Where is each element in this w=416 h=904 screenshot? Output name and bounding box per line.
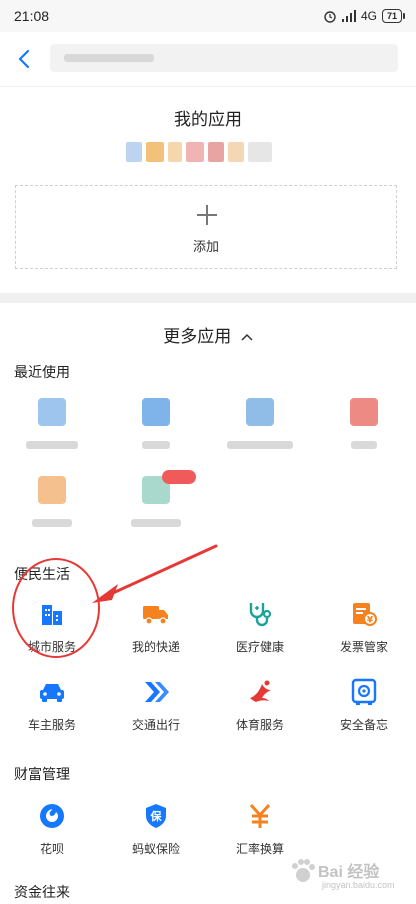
sports-runner-icon xyxy=(246,678,274,706)
svg-text:¥: ¥ xyxy=(367,616,374,626)
blurred-text xyxy=(64,54,154,62)
add-app-box[interactable]: 添加 xyxy=(15,185,397,269)
blurred-app-icon xyxy=(142,398,170,426)
blurred-app-strip xyxy=(126,142,288,162)
recent-app-2[interactable] xyxy=(104,398,208,462)
app-label: 体育服务 xyxy=(235,718,284,732)
stethoscope-icon xyxy=(246,600,274,628)
blurred-label xyxy=(227,441,293,449)
chevron-up-icon xyxy=(241,333,253,341)
app-ant-insurance[interactable]: 保 蚂蚁保险 xyxy=(104,802,208,866)
app-label: 花呗 xyxy=(39,842,64,856)
blurred-label xyxy=(131,519,181,527)
battery-icon: 71 xyxy=(381,9,406,23)
svg-text:保: 保 xyxy=(150,809,163,823)
app-sports[interactable]: 体育服务 xyxy=(208,678,312,742)
add-label: 添加 xyxy=(192,240,219,255)
car-icon xyxy=(38,678,66,706)
blurred-app-icon xyxy=(38,398,66,426)
app-security-memo[interactable]: 安全备忘 xyxy=(312,678,416,742)
delivery-truck-icon xyxy=(142,600,170,628)
app-label: 蚂蚁保险 xyxy=(131,842,180,856)
nav-bar xyxy=(0,32,416,87)
blurred-app-icon xyxy=(350,398,378,426)
my-apps-title: 我的应用 xyxy=(174,110,242,130)
double-chevron-icon xyxy=(142,678,170,706)
app-label: 交通出行 xyxy=(131,718,180,732)
app-label: 车主服务 xyxy=(27,718,76,732)
huabei-icon xyxy=(38,802,66,830)
recent-app-3[interactable] xyxy=(208,398,312,462)
status-icons: 4G 71 xyxy=(323,9,406,23)
yen-icon xyxy=(246,802,274,830)
watermark-url: jingyan.baidu.com xyxy=(322,880,395,890)
blurred-badge xyxy=(162,470,196,484)
status-bar: 21:08 4G 71 xyxy=(0,0,416,32)
blurred-label xyxy=(351,441,377,449)
app-my-express[interactable]: 我的快递 xyxy=(104,600,208,664)
blurred-label xyxy=(26,441,78,449)
network-type: 4G xyxy=(360,9,377,23)
app-label: 安全备忘 xyxy=(339,718,388,732)
more-apps-label: 更多应用 xyxy=(163,327,232,347)
watermark-brand: Bai 经验 xyxy=(318,864,380,881)
blurred-label xyxy=(142,441,170,449)
baidu-watermark: Bai 经验 jingyan.baidu.com xyxy=(288,852,406,894)
invoice-icon: ¥ xyxy=(350,600,378,628)
funds-heading: 资金往来 xyxy=(14,885,70,901)
insurance-shield-icon: 保 xyxy=(142,802,170,830)
recent-heading: 最近使用 xyxy=(14,365,70,381)
recent-app-5[interactable] xyxy=(0,476,104,540)
blurred-app-icon xyxy=(246,398,274,426)
wealth-heading: 财富管理 xyxy=(14,767,70,783)
app-huabei[interactable]: 花呗 xyxy=(0,802,104,866)
status-time: 21:08 xyxy=(14,8,50,24)
safe-icon xyxy=(350,678,378,706)
app-label: 医疗健康 xyxy=(235,640,284,654)
plus-icon xyxy=(197,205,217,225)
recent-app-6[interactable] xyxy=(104,470,208,540)
signal-icon xyxy=(341,10,356,22)
alarm-icon xyxy=(324,11,336,23)
section-divider xyxy=(0,293,416,303)
blurred-app-icon xyxy=(38,476,66,504)
more-apps-title[interactable]: 更多应用 xyxy=(0,322,416,347)
blurred-search-bar[interactable] xyxy=(50,44,398,72)
app-medical[interactable]: 医疗健康 xyxy=(208,600,312,664)
recent-app-1[interactable] xyxy=(0,398,104,462)
annotation-circle xyxy=(12,558,100,658)
blurred-label xyxy=(32,519,72,527)
recent-app-4[interactable] xyxy=(312,398,416,462)
app-label: 发票管家 xyxy=(339,640,388,654)
paw-icon xyxy=(292,859,315,882)
app-car-owner[interactable]: 车主服务 xyxy=(0,678,104,742)
app-transport[interactable]: 交通出行 xyxy=(104,678,208,742)
app-invoice[interactable]: ¥ 发票管家 xyxy=(312,600,416,664)
back-arrow-icon[interactable] xyxy=(12,46,38,72)
app-label: 我的快递 xyxy=(131,640,180,654)
